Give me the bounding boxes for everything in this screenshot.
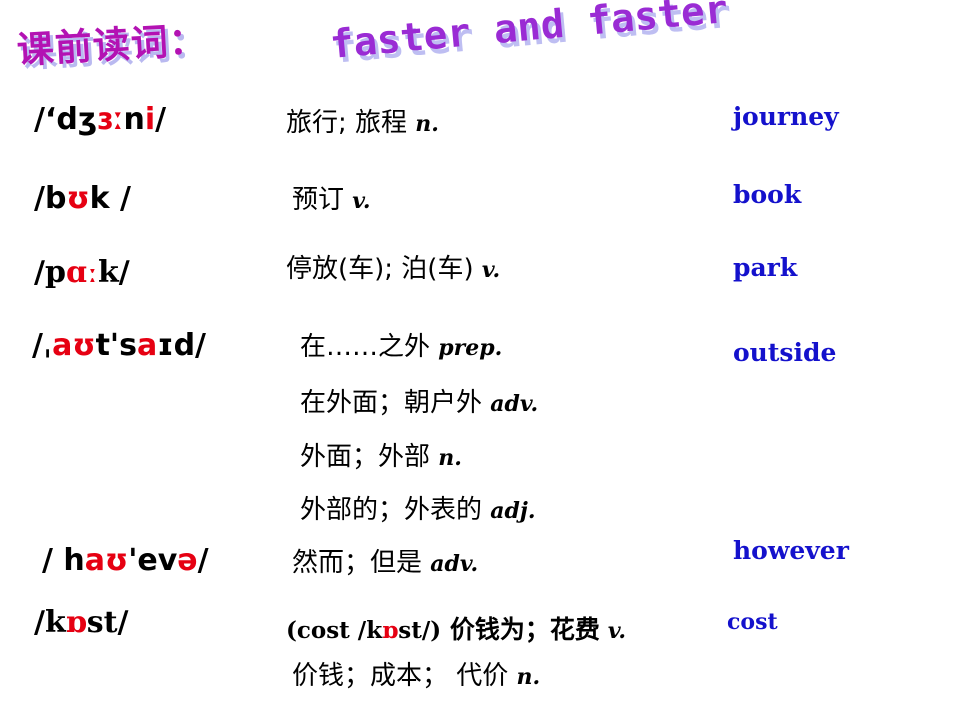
word-book: book xyxy=(733,180,802,209)
definition-chinese: 价钱；成本； 代价 xyxy=(292,661,509,691)
word-outside: outside xyxy=(733,338,837,367)
phonetic-seg-red: ʊ xyxy=(66,181,90,216)
part-of-speech: adv. xyxy=(490,391,539,417)
part-of-speech: adj. xyxy=(490,498,536,524)
definition-outside-4: 外部的；外表的 adj. xyxy=(300,497,536,523)
phonetic-park: /pɑːk/ xyxy=(34,258,130,288)
title-english: faster and faster xyxy=(328,0,730,68)
word-cost: cost xyxy=(727,609,778,635)
definition-chinese: 预订 xyxy=(292,185,345,215)
definition-however: 然而；但是 adv. xyxy=(292,550,478,576)
definition-cost-1: (cost /kɒst/) 价钱为；花费 v. xyxy=(286,617,626,642)
definition-chinese: 旅行; 旅程 xyxy=(286,108,408,138)
phonetic-seg: /p xyxy=(34,255,66,290)
phonetic-seg: /‘d xyxy=(34,102,78,137)
phonetic-seg: 'ev xyxy=(128,543,178,578)
phonetic-seg: ʒ xyxy=(77,102,98,137)
phonetic-seg-red: i xyxy=(144,102,156,137)
definition-chinese: 停放(车); 泊(车) xyxy=(286,254,474,284)
phonetic-seg: /ˌ xyxy=(32,328,53,363)
phonetic-seg-red: aʊ xyxy=(52,328,96,363)
definition-chinese: 外部的；外表的 xyxy=(300,495,483,525)
definition-outside-1: 在……之外 prep. xyxy=(300,334,502,360)
title-chinese: 课前读词： xyxy=(15,18,208,72)
definition-park: 停放(车); 泊(车) v. xyxy=(286,256,500,282)
phonetic-seg-red: ɜː xyxy=(97,102,124,137)
part-of-speech: v. xyxy=(481,257,501,283)
phonetic-book: /bʊk / xyxy=(34,184,131,214)
phonetic-seg: ɪd/ xyxy=(157,328,207,363)
definition-chinese: 然而；但是 xyxy=(292,548,423,578)
phonetic-seg: / xyxy=(197,543,209,578)
definition-chinese: 价钱为；花费 xyxy=(441,615,600,644)
phonetic-seg: k / xyxy=(89,181,131,216)
definition-chinese: 外面；外部 xyxy=(300,442,431,472)
inflection-prefix: (cost /k xyxy=(286,617,383,644)
phonetic-seg: / h xyxy=(42,543,85,578)
part-of-speech: adv. xyxy=(430,551,479,577)
part-of-speech: n. xyxy=(438,445,462,471)
definition-chinese: 在外面；朝户外 xyxy=(300,388,483,418)
part-of-speech: n. xyxy=(516,664,541,690)
phonetic-seg-red: ə xyxy=(177,543,198,578)
word-journey: journey xyxy=(733,102,839,131)
phonetic-outside: /ˌaʊt'saɪd/ xyxy=(32,331,206,361)
definition-cost-2: 价钱；成本； 代价 n. xyxy=(292,663,540,689)
inflection-vowel: ɒ xyxy=(382,617,399,644)
phonetic-seg: n xyxy=(123,102,145,137)
phonetic-seg: t's xyxy=(95,328,137,363)
page-title: 课前读词： faster and faster xyxy=(14,0,874,86)
phonetic-seg: st/ xyxy=(86,605,129,640)
part-of-speech: prep. xyxy=(438,335,503,361)
word-however: however xyxy=(733,536,849,565)
phonetic-seg-red: ɒ xyxy=(65,605,87,640)
inflection-suffix: st/) xyxy=(398,617,442,644)
word-park: park xyxy=(733,253,798,282)
phonetic-seg: /k xyxy=(34,605,66,640)
definition-chinese: 在……之外 xyxy=(300,332,431,362)
phonetic-however: / haʊ'evə/ xyxy=(42,546,209,576)
phonetic-cost: /kɒst/ xyxy=(34,608,128,638)
phonetic-seg-red: ɑː xyxy=(65,255,98,290)
definition-journey: 旅行; 旅程 n. xyxy=(286,110,439,136)
phonetic-seg: k/ xyxy=(98,255,130,290)
definition-book: 预订 v. xyxy=(292,187,371,213)
part-of-speech: v. xyxy=(352,188,371,214)
phonetic-seg-red: a xyxy=(136,328,158,363)
phonetic-seg: /b xyxy=(34,181,67,216)
phonetic-seg: / xyxy=(155,102,167,137)
definition-outside-2: 在外面；朝户外 adv. xyxy=(300,390,538,416)
phonetic-journey: /‘dʒɜːni/ xyxy=(34,105,166,135)
part-of-speech: v. xyxy=(607,618,627,644)
phonetic-seg-red: aʊ xyxy=(84,543,129,578)
definition-outside-3: 外面；外部 n. xyxy=(300,444,462,470)
part-of-speech: n. xyxy=(415,111,439,137)
slide-canvas: 课前读词： faster and faster /‘dʒɜːni/ 旅行; 旅程… xyxy=(0,0,960,720)
